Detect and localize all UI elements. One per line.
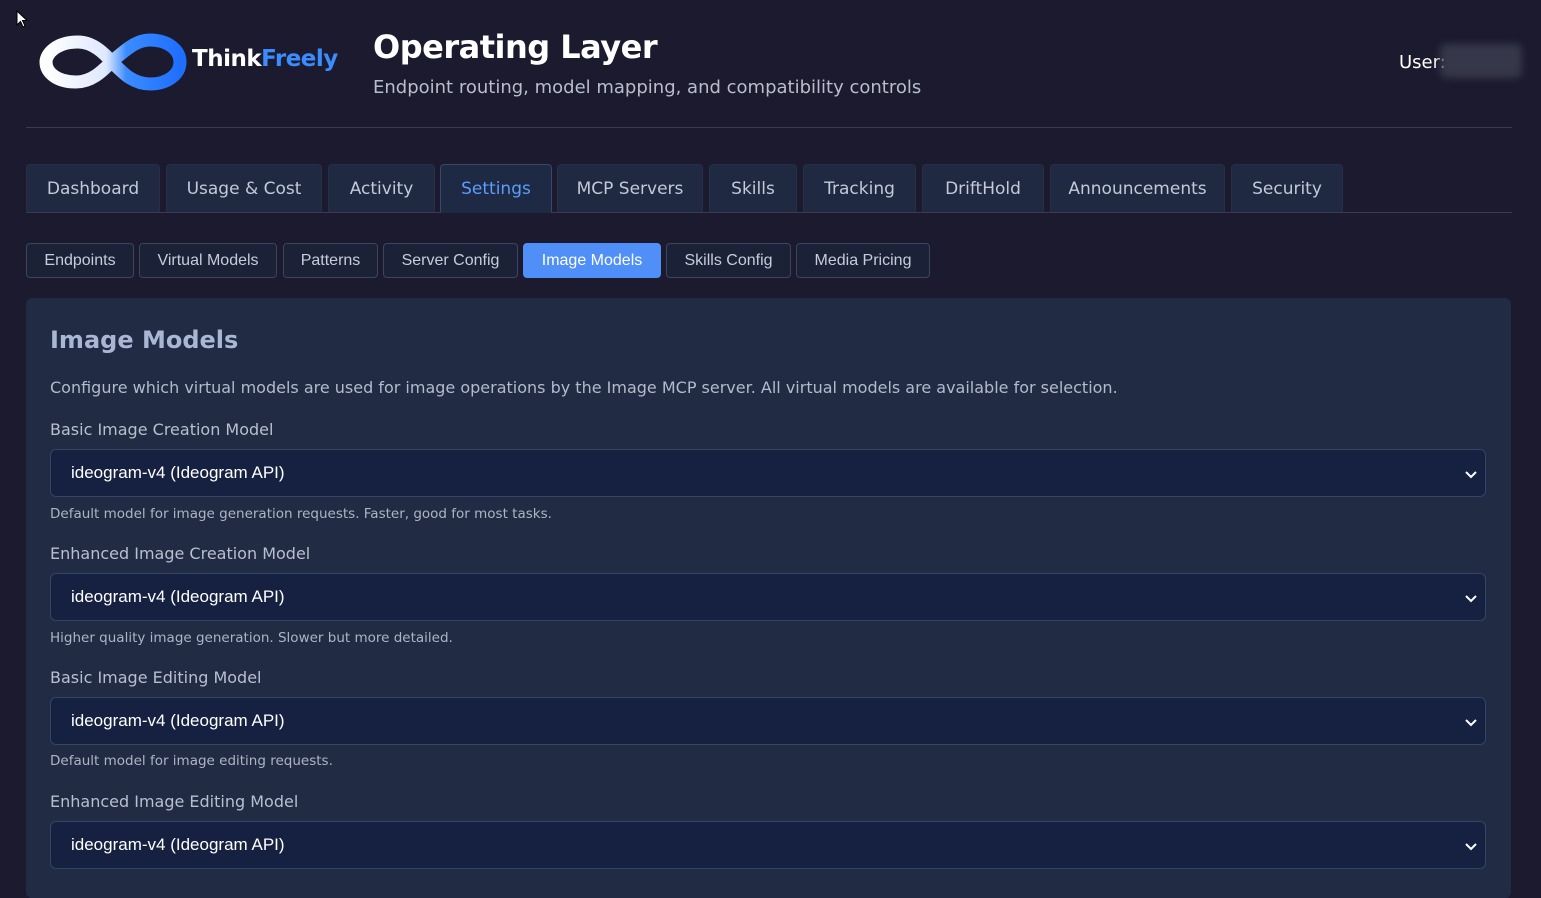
tab-mcp-servers[interactable]: MCP Servers [557, 164, 703, 212]
user-name-redacted [1440, 44, 1522, 78]
panel-description: Configure which virtual models are used … [50, 378, 1118, 397]
chevron-down-icon [1465, 843, 1477, 851]
subtab-endpoints[interactable]: Endpoints [26, 243, 134, 278]
basic-creation-model-select[interactable]: ideogram-v4 (Ideogram API) [50, 449, 1486, 497]
enhanced-editing-label: Enhanced Image Editing Model [50, 792, 299, 811]
basic-creation-label: Basic Image Creation Model [50, 420, 274, 439]
tab-settings[interactable]: Settings [440, 164, 552, 213]
brand-think: Think [192, 46, 262, 72]
enhanced-creation-model-select[interactable]: ideogram-v4 (Ideogram API) [50, 573, 1486, 621]
basic-editing-label: Basic Image Editing Model [50, 668, 262, 687]
brand-freely: Freely [261, 46, 338, 72]
chevron-down-icon [1465, 595, 1477, 603]
page-title: Operating Layer [373, 28, 658, 66]
basic-editing-model-value: ideogram-v4 (Ideogram API) [71, 711, 285, 730]
basic-editing-hint: Default model for image editing requests… [50, 753, 333, 769]
user-label: User: [1399, 52, 1446, 73]
basic-creation-model-value: ideogram-v4 (Ideogram API) [71, 463, 285, 482]
tab-usage-cost[interactable]: Usage & Cost [166, 164, 322, 212]
tab-activity[interactable]: Activity [328, 164, 435, 212]
brand-name: ThinkFreely [192, 46, 338, 72]
enhanced-creation-hint: Higher quality image generation. Slower … [50, 630, 453, 646]
chevron-down-icon [1465, 471, 1477, 479]
enhanced-creation-label: Enhanced Image Creation Model [50, 544, 311, 563]
infinity-logo-icon [39, 33, 187, 91]
enhanced-editing-model-value: ideogram-v4 (Ideogram API) [71, 835, 285, 854]
tab-dashboard[interactable]: Dashboard [26, 164, 160, 212]
tab-security[interactable]: Security [1231, 164, 1343, 212]
subtab-media-pricing[interactable]: Media Pricing [796, 243, 930, 278]
enhanced-editing-model-select[interactable]: ideogram-v4 (Ideogram API) [50, 821, 1486, 869]
enhanced-creation-model-value: ideogram-v4 (Ideogram API) [71, 587, 285, 606]
subtab-skills-config[interactable]: Skills Config [666, 243, 791, 278]
chevron-down-icon [1465, 719, 1477, 727]
subtab-server-config[interactable]: Server Config [383, 243, 518, 278]
tab-skills[interactable]: Skills [709, 164, 797, 212]
image-models-panel: Image Models Configure which virtual mod… [26, 298, 1511, 898]
basic-editing-model-select[interactable]: ideogram-v4 (Ideogram API) [50, 697, 1486, 745]
subtab-image-models[interactable]: Image Models [523, 243, 661, 278]
tab-tracking[interactable]: Tracking [803, 164, 916, 212]
tab-announcements[interactable]: Announcements [1050, 164, 1225, 212]
subtab-patterns[interactable]: Patterns [283, 243, 378, 278]
subtab-virtual-models[interactable]: Virtual Models [139, 243, 277, 278]
basic-creation-hint: Default model for image generation reque… [50, 506, 552, 522]
page-header: ThinkFreely Operating Layer Endpoint rou… [26, 0, 1522, 128]
tab-drifthold[interactable]: DriftHold [922, 164, 1044, 212]
page-subtitle: Endpoint routing, model mapping, and com… [373, 77, 922, 98]
main-tabs: Dashboard Usage & Cost Activity Settings… [26, 164, 1512, 213]
panel-title: Image Models [50, 326, 239, 354]
